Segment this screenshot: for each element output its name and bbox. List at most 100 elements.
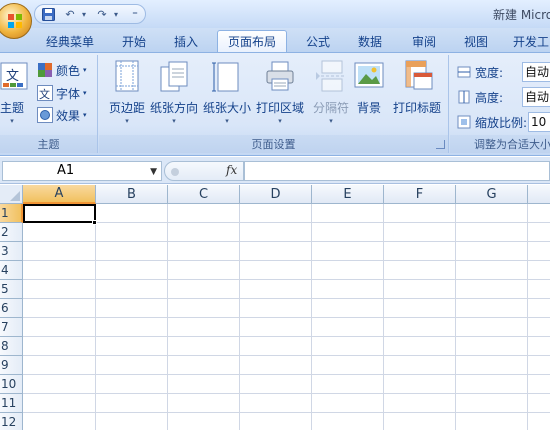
tab-home[interactable]: 开始 — [112, 30, 156, 52]
window-title: 新建 Micro — [493, 8, 550, 22]
theme-effects-button[interactable]: 效果 ▾ — [37, 106, 87, 124]
theme-group-label: 主题 — [0, 135, 97, 153]
background-button[interactable]: 背景 — [345, 59, 393, 133]
gridline — [23, 279, 550, 280]
print-titles-label: 打印标题 — [392, 101, 441, 115]
row-header-3[interactable]: 3 — [0, 242, 23, 261]
breaks-icon — [316, 60, 346, 92]
scale-group-label: 调整为合适大小 — [450, 135, 550, 153]
orientation-label: 纸张方向 — [149, 101, 198, 115]
print-area-dropdown-icon: ▾ — [278, 117, 282, 125]
undo-button[interactable]: ↶ — [61, 6, 79, 23]
paper-size-button[interactable]: 纸张大小 ▾ — [203, 59, 251, 133]
height-select[interactable]: 自动 — [522, 87, 550, 107]
background-icon — [354, 62, 384, 88]
width-select[interactable]: 自动 — [522, 62, 550, 82]
theme-colors-icon — [38, 63, 52, 77]
tab-page-layout[interactable]: 页面布局 — [217, 30, 287, 52]
column-header-d[interactable]: D — [240, 185, 312, 204]
name-box[interactable]: A1 ▼ — [2, 161, 162, 181]
width-label: 宽度: — [475, 65, 504, 80]
tab-developer[interactable]: 开发工 — [506, 30, 550, 52]
formula-input[interactable] — [244, 161, 550, 181]
orientation-button[interactable]: 纸张方向 ▾ — [150, 59, 198, 133]
undo-dropdown-icon[interactable]: ▾ — [79, 6, 89, 23]
redo-dropdown-icon[interactable]: ▾ — [111, 6, 121, 23]
themes-button[interactable]: 文 主题 ▾ — [0, 59, 32, 133]
tab-view[interactable]: 视图 — [454, 30, 498, 52]
tab-data[interactable]: 数据 — [348, 30, 392, 52]
print-titles-button[interactable]: 打印标题 — [393, 59, 441, 133]
insert-function-icon[interactable]: fx — [226, 163, 237, 177]
customize-qat-icon[interactable]: ⁼ — [129, 6, 141, 23]
name-box-dropdown-icon[interactable]: ▼ — [150, 163, 157, 181]
theme-fonts-icon: 文 — [37, 85, 53, 101]
margins-button[interactable]: 页边距 ▾ — [103, 59, 151, 133]
breaks-dropdown-icon: ▾ — [329, 117, 333, 125]
row-header-11[interactable]: 11 — [0, 394, 23, 413]
redo-button[interactable]: ↷ — [93, 6, 111, 23]
quick-access-toolbar: ↶ ▾ ↷ ▾ ⁼ — [34, 4, 146, 24]
width-icon — [457, 66, 471, 78]
gridline — [23, 355, 550, 356]
name-box-value: A1 — [57, 163, 75, 178]
paper-size-dropdown-icon: ▾ — [225, 117, 229, 125]
gridline — [23, 412, 550, 413]
row-header-4[interactable]: 4 — [0, 261, 23, 280]
theme-fonts-label: 字体 — [56, 86, 81, 101]
row-header-1[interactable]: 1 — [0, 204, 23, 223]
gridline — [23, 393, 550, 394]
print-titles-icon — [405, 60, 433, 90]
tab-classic-menu[interactable]: 经典菜单 — [38, 30, 102, 52]
tab-insert[interactable]: 插入 — [164, 30, 208, 52]
column-header-e[interactable]: E — [312, 185, 384, 204]
column-header-f[interactable]: F — [384, 185, 456, 204]
height-control: 高度: — [456, 88, 503, 106]
themes-dropdown-icon: ▾ — [10, 117, 14, 125]
scale-input[interactable]: 10 — [528, 112, 550, 132]
height-label: 高度: — [475, 90, 504, 105]
theme-fonts-button[interactable]: 文 字体 ▾ — [37, 84, 87, 102]
row-header-10[interactable]: 10 — [0, 375, 23, 394]
tab-review[interactable]: 审阅 — [402, 30, 446, 52]
margins-icon — [115, 60, 139, 92]
column-header-h[interactable] — [528, 185, 550, 204]
gridline — [23, 222, 550, 223]
column-header-g[interactable]: G — [456, 185, 528, 204]
row-header-8[interactable]: 8 — [0, 337, 23, 356]
print-area-button[interactable]: 打印区域 ▾ — [256, 59, 304, 133]
paper-size-label: 纸张大小 — [202, 101, 251, 115]
row-header-9[interactable]: 9 — [0, 356, 23, 375]
theme-colors-button[interactable]: 颜色 ▾ — [37, 61, 87, 79]
theme-effects-label: 效果 — [56, 108, 81, 123]
row-header-7[interactable]: 7 — [0, 318, 23, 337]
gridline — [23, 241, 550, 242]
theme-fonts-dropdown-icon: ▾ — [83, 89, 87, 97]
page-setup-dialog-launcher-icon[interactable] — [436, 140, 445, 149]
themes-label: 主题 — [0, 101, 24, 115]
resize-handle-icon — [171, 168, 179, 176]
active-cell-a1[interactable] — [23, 204, 96, 223]
row-header-12[interactable]: 12 — [0, 413, 23, 430]
select-all-corner[interactable] — [0, 185, 23, 204]
row-header-2[interactable]: 2 — [0, 223, 23, 242]
row-header-5[interactable]: 5 — [0, 280, 23, 299]
spreadsheet-grid[interactable]: A B C D E F G 1 2 3 4 5 6 7 8 9 10 11 12 — [0, 185, 550, 430]
paper-size-icon — [212, 62, 239, 92]
themes-icon: 文 — [0, 62, 28, 90]
column-header-a[interactable]: A — [23, 185, 96, 204]
column-header-b[interactable]: B — [96, 185, 168, 204]
ribbon-tabs: 经典菜单 开始 插入 页面布局 公式 数据 审阅 视图 开发工 — [0, 28, 550, 52]
gridline — [23, 260, 550, 261]
column-header-c[interactable]: C — [168, 185, 240, 204]
select-all-triangle-icon — [10, 191, 20, 201]
row-header-6[interactable]: 6 — [0, 299, 23, 318]
fill-handle[interactable] — [92, 220, 97, 225]
theme-effects-dropdown-icon: ▾ — [83, 111, 87, 119]
orientation-dropdown-icon: ▾ — [172, 117, 176, 125]
tab-formulas[interactable]: 公式 — [296, 30, 340, 52]
orientation-icon — [160, 61, 188, 92]
svg-text:文: 文 — [39, 87, 50, 101]
theme-group: 文 主题 ▾ 颜色 ▾ 文 字体 ▾ 效果 ▾ 主题 — [0, 55, 98, 153]
save-icon[interactable] — [41, 6, 55, 23]
